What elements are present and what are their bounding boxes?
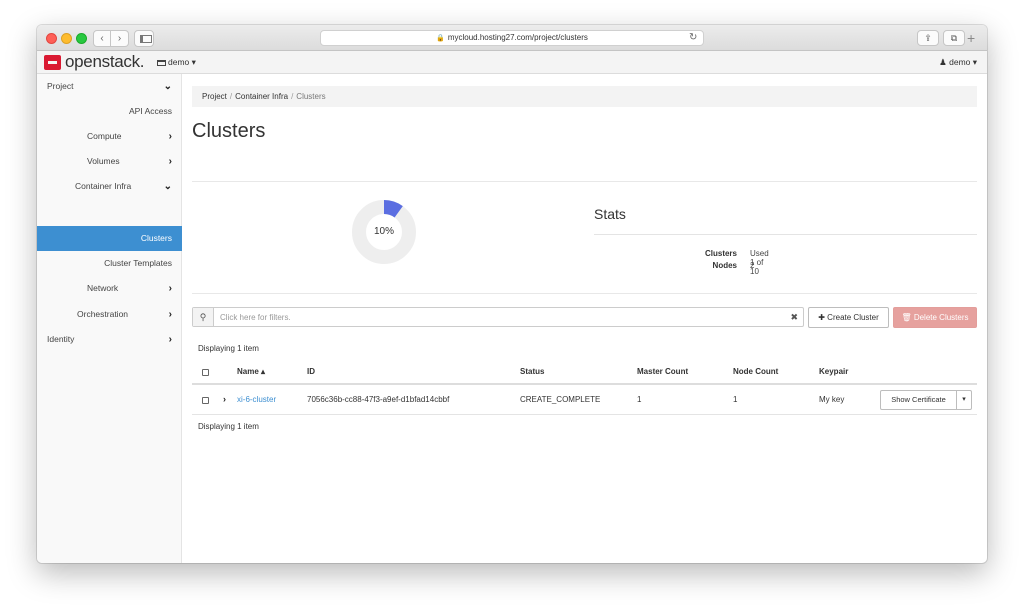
close-window-button[interactable]: [46, 33, 57, 44]
sidebar-item-label: Volumes: [87, 156, 120, 166]
breadcrumb-separator: /: [229, 92, 233, 101]
sidebar-item-label: API Access: [129, 106, 172, 116]
chevron-right-icon: ›: [168, 309, 172, 320]
sidebar-item-volumes[interactable]: Volumes ›: [37, 149, 182, 174]
cluster-status: CREATE_COMPLETE: [520, 395, 601, 404]
column-header-status[interactable]: Status: [520, 367, 544, 376]
sidebar-item-label: Orchestration: [77, 309, 129, 319]
sidebar-item-clusters[interactable]: Clusters: [37, 226, 182, 251]
project-dropdown-label: demo ▾: [168, 57, 196, 67]
sidebar-toggle-icon[interactable]: [134, 30, 154, 47]
zoom-window-button[interactable]: [76, 33, 87, 44]
breadcrumb: Project / Container Infra / Clusters: [192, 86, 977, 107]
clear-filter-icon[interactable]: ✖: [790, 308, 798, 326]
sidebar-item-project[interactable]: Project ⌄: [37, 74, 182, 99]
chevron-right-icon: ›: [168, 131, 172, 142]
sidebar-item-container-infra[interactable]: Container Infra ⌄: [37, 174, 182, 199]
sidebar-item-identity[interactable]: Identity ›: [37, 327, 182, 352]
project-dropdown[interactable]: demo ▾: [157, 57, 196, 68]
create-cluster-button[interactable]: ✚ Create Cluster: [808, 307, 889, 328]
url-text: mycloud.hosting27.com/project/clusters: [447, 33, 588, 42]
sidebar-item-network[interactable]: Network ›: [37, 276, 182, 301]
delete-clusters-button[interactable]: 🗑 Delete Clusters: [893, 307, 977, 328]
row-select-checkbox[interactable]: [202, 397, 209, 404]
address-bar[interactable]: 🔒 mycloud.hosting27.com/project/clusters: [320, 30, 704, 46]
chevron-down-icon: ⌄: [163, 81, 172, 92]
column-header-master-count[interactable]: Master Count: [637, 367, 688, 376]
sidebar-item-label: Compute: [87, 131, 122, 141]
breadcrumb-project[interactable]: Project: [202, 92, 227, 101]
minimize-window-button[interactable]: [61, 33, 72, 44]
usage-pie-chart: 10%: [352, 200, 416, 264]
title-divider: [192, 181, 977, 182]
page-title: Clusters: [192, 120, 266, 142]
project-icon: [157, 59, 166, 66]
displaying-count-top: Displaying 1 item: [198, 344, 259, 353]
row-actions-dropdown-icon[interactable]: ▾: [956, 390, 972, 410]
sidebar-item-label: Network: [87, 283, 119, 293]
chevron-down-icon: ⌄: [163, 181, 172, 192]
column-header-keypair[interactable]: Keypair: [819, 367, 848, 376]
sidebar-item-api-access[interactable]: API Access: [37, 99, 182, 124]
select-all-checkbox[interactable]: [202, 369, 209, 376]
sidebar-item-label: Container Infra: [75, 181, 132, 191]
browser-titlebar: ‹ › 🔒 mycloud.hosting27.com/project/clust…: [37, 25, 987, 51]
sidebar-item-compute[interactable]: Compute ›: [37, 124, 182, 149]
stats-bottom-divider: [192, 293, 977, 294]
breadcrumb-current: Clusters: [296, 92, 326, 101]
chevron-right-icon: ›: [168, 283, 172, 294]
stats-title: Stats: [594, 206, 626, 222]
breadcrumb-container-infra[interactable]: Container Infra: [235, 92, 288, 101]
table-row: › xi-6-cluster 7056c36b-cc88-47f3-a9ef-d…: [192, 385, 977, 415]
sidebar-item-label: Cluster Templates: [104, 258, 172, 268]
forward-button[interactable]: ›: [111, 30, 129, 47]
cluster-master-count: 1: [637, 395, 642, 404]
cluster-id: 7056c36b-cc88-47f3-a9ef-d1bfad14cbbf: [307, 395, 450, 404]
sidebar-item-label: Project: [47, 81, 74, 91]
openstack-logo-icon[interactable]: [44, 55, 61, 70]
expand-row-icon[interactable]: ›: [223, 385, 226, 414]
cluster-name-link[interactable]: xi-6-cluster: [237, 385, 276, 415]
logo-text[interactable]: openstack.: [65, 52, 145, 72]
cluster-node-count: 1: [733, 395, 738, 404]
share-icon[interactable]: ⇪: [917, 30, 939, 46]
user-icon: ♟: [939, 57, 947, 67]
top-navbar: openstack. demo ▾ ♟ demo ▾: [37, 51, 987, 74]
main-content: Project / Container Infra / Clusters Cluster…: [182, 74, 987, 563]
user-dropdown-label: demo ▾: [949, 57, 977, 67]
chevron-right-icon: ›: [168, 334, 172, 345]
column-header-id[interactable]: ID: [307, 367, 315, 376]
breadcrumb-separator: /: [291, 92, 294, 101]
stat-key: Clusters: [704, 249, 737, 258]
new-tab-icon[interactable]: +: [967, 29, 975, 47]
stats-divider: [594, 234, 977, 235]
search-icon[interactable]: ⚲: [193, 308, 214, 326]
user-dropdown[interactable]: ♟ demo ▾: [939, 57, 977, 68]
sidebar-item-orchestration[interactable]: Orchestration ›: [37, 302, 182, 327]
column-header-name[interactable]: Name ▴: [237, 367, 265, 376]
reload-icon[interactable]: ↻: [689, 30, 697, 46]
sidebar-item-label: Identity: [47, 334, 75, 344]
browser-window: ‹ › 🔒 mycloud.hosting27.com/project/clust…: [37, 25, 987, 563]
history-nav: ‹ ›: [93, 30, 129, 47]
sidebar-item-cluster-templates[interactable]: Cluster Templates: [37, 251, 182, 276]
sidebar: Project ⌄ API Access Compute › Volumes ›…: [37, 74, 182, 563]
back-button[interactable]: ‹: [93, 30, 111, 47]
column-header-node-count[interactable]: Node Count: [733, 367, 778, 376]
filter-input[interactable]: [220, 308, 760, 326]
show-certificate-button[interactable]: Show Certificate: [880, 390, 957, 410]
displaying-count-bottom: Displaying 1 item: [198, 422, 259, 431]
filter-bar: ⚲ ✖: [192, 307, 804, 327]
lock-icon: 🔒: [436, 35, 445, 42]
usage-percent-label: 10%: [373, 226, 394, 237]
sidebar-item-label: Clusters: [140, 233, 172, 243]
stat-value: 2: [750, 261, 755, 270]
chevron-right-icon: ›: [168, 156, 172, 167]
cluster-keypair: My key: [819, 395, 845, 404]
tabs-overview-icon[interactable]: ⧉: [943, 30, 965, 46]
stat-key: Nodes: [712, 261, 737, 270]
